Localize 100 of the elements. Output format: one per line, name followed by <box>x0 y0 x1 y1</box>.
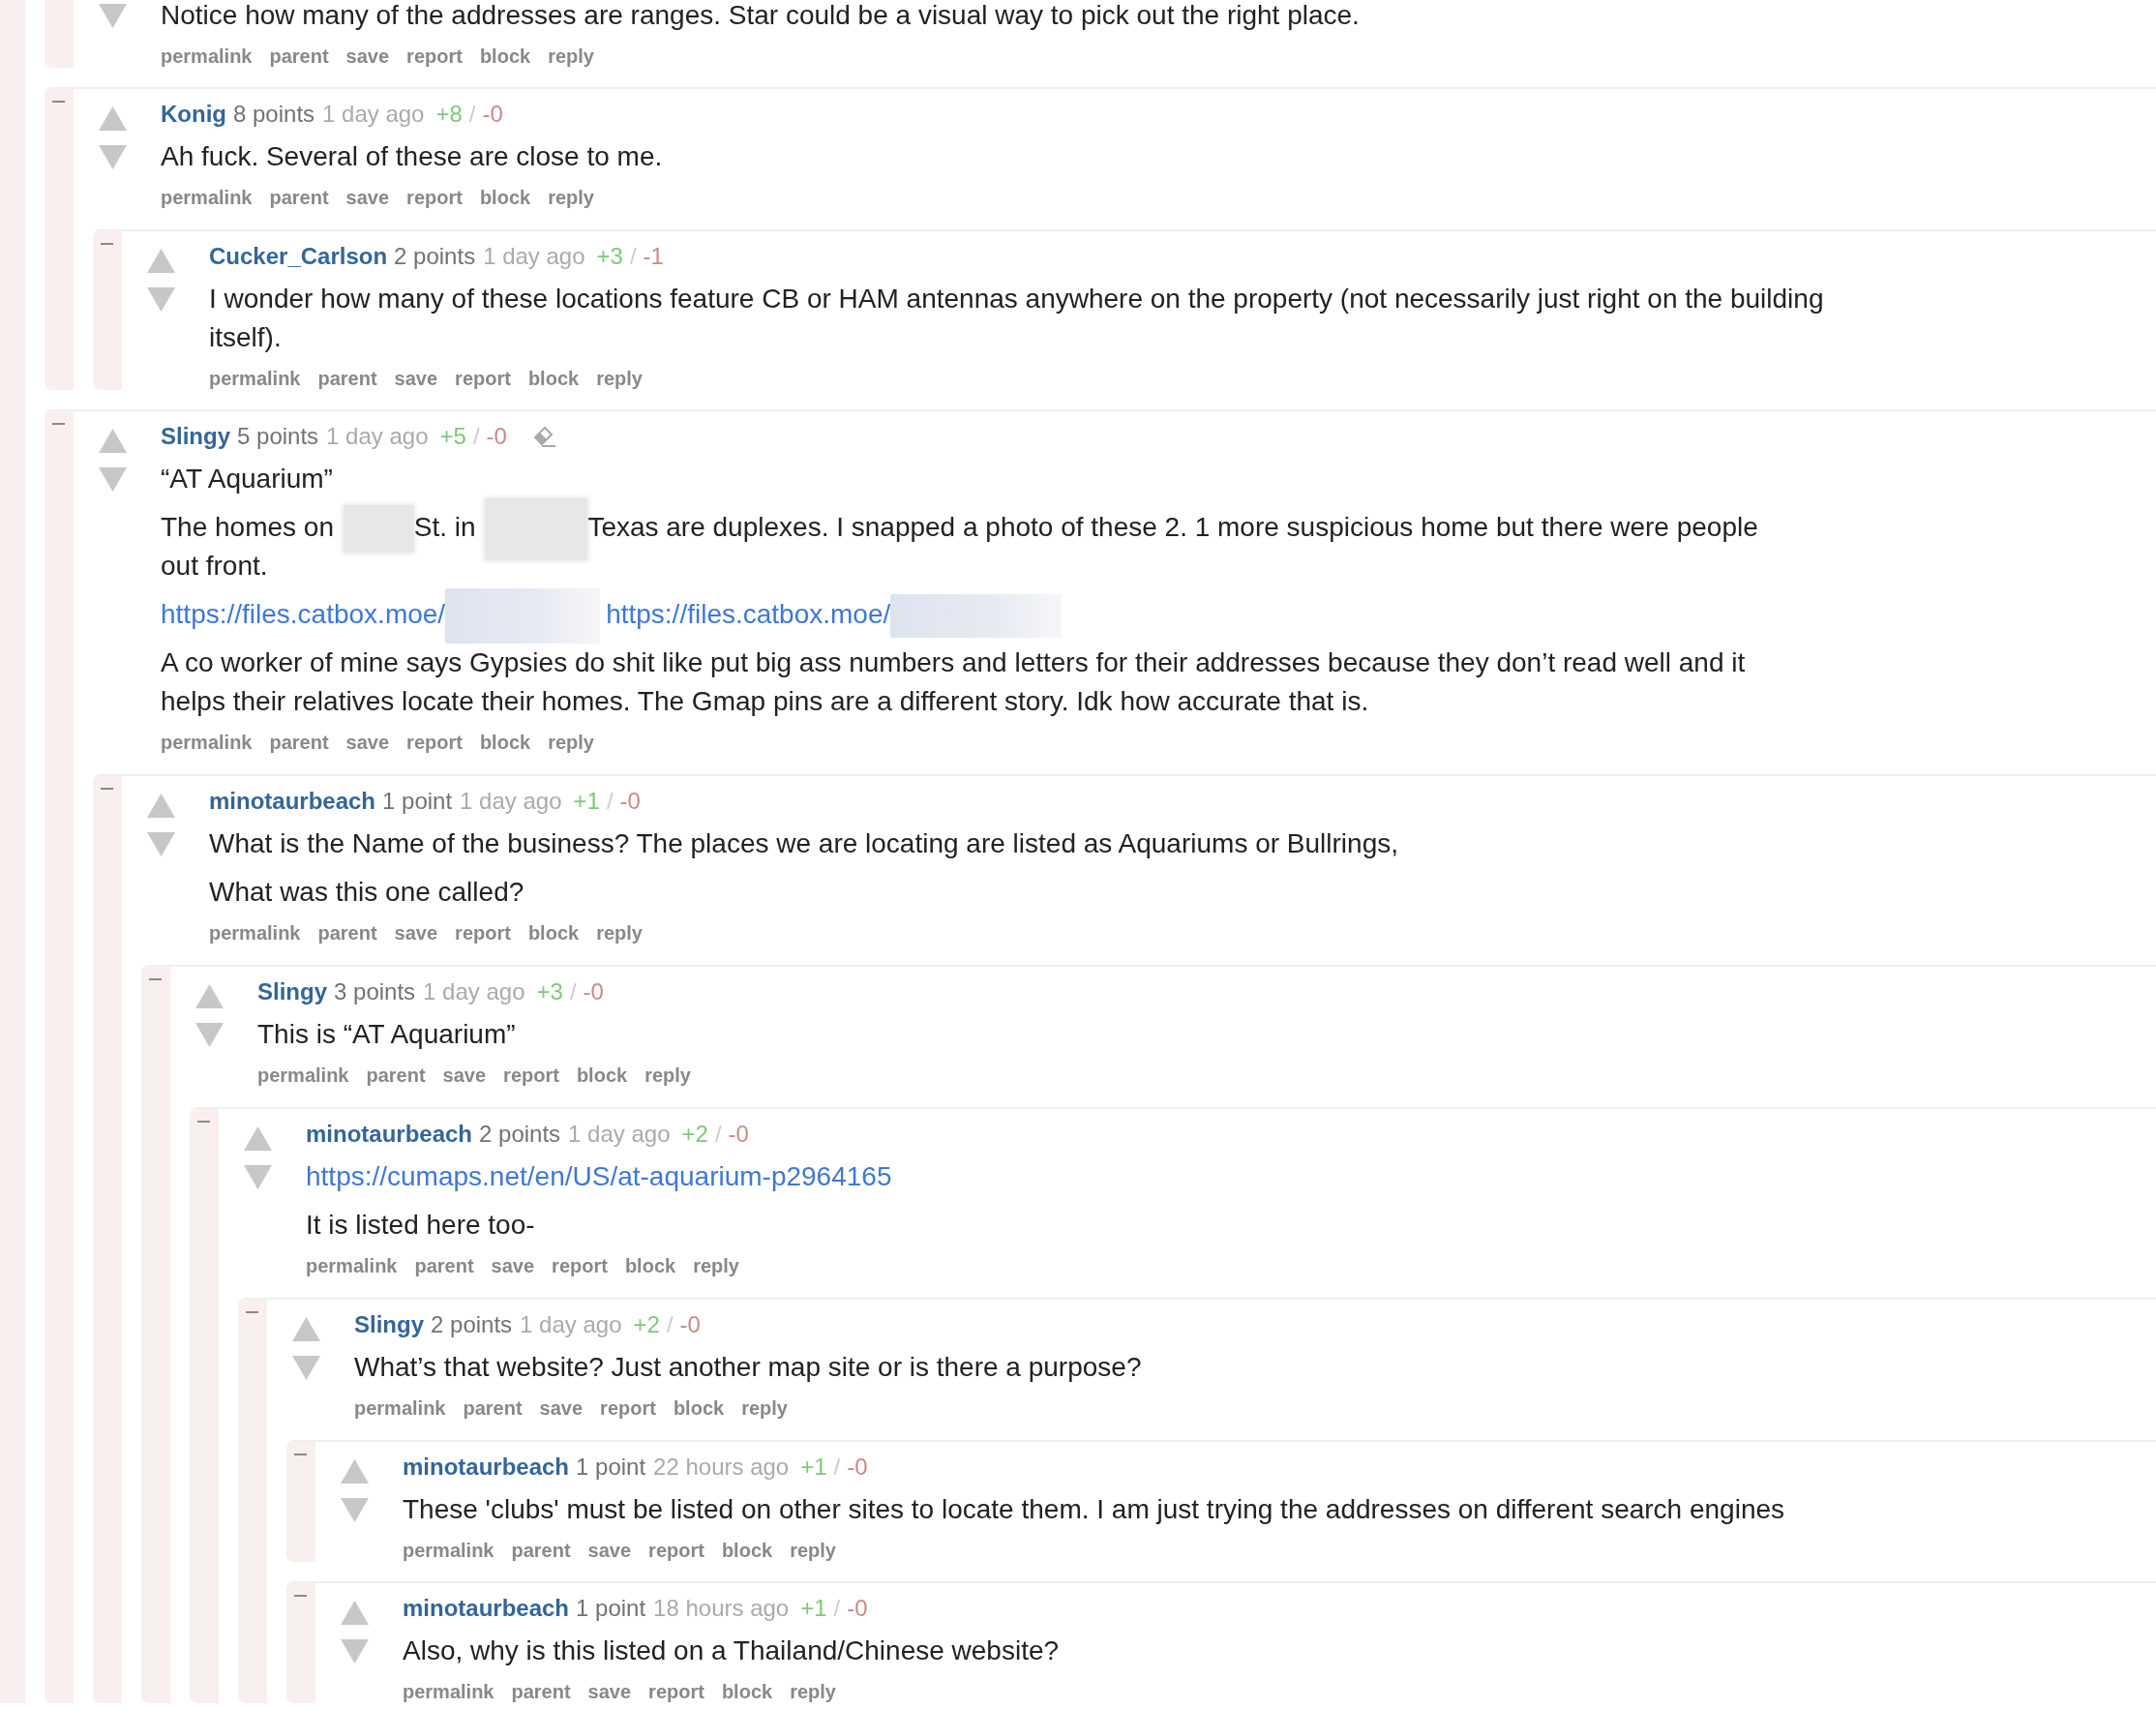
action-link[interactable]: report <box>600 1396 656 1420</box>
minus-icon[interactable] <box>52 423 66 425</box>
minus-icon[interactable] <box>246 1311 259 1313</box>
username-link[interactable]: Slingy <box>161 419 230 454</box>
up-triangle-icon[interactable] <box>147 248 175 273</box>
action-link[interactable]: report <box>455 367 511 390</box>
action-link[interactable]: parent <box>366 1064 426 1087</box>
up-triangle-icon[interactable] <box>99 105 127 131</box>
action-link[interactable]: permalink <box>306 1254 398 1277</box>
link[interactable]: https://cumaps.net/en/US/at-aquarium-p2964165 <box>306 1161 892 1191</box>
action-link[interactable]: parent <box>511 1539 571 1562</box>
minus-icon[interactable] <box>101 788 114 790</box>
minus-icon[interactable] <box>294 1454 308 1455</box>
action-link[interactable]: reply <box>548 186 594 209</box>
action-link[interactable]: reply <box>644 1064 691 1087</box>
down-triangle-icon[interactable] <box>195 1022 224 1047</box>
username-link[interactable]: minotaurbeach <box>403 1450 570 1484</box>
action-link[interactable]: block <box>721 1539 773 1562</box>
action-link[interactable]: parent <box>317 921 377 944</box>
username-link[interactable]: Konig <box>161 97 226 132</box>
action-link[interactable]: permalink <box>403 1539 494 1562</box>
minus-icon[interactable] <box>197 1121 211 1123</box>
action-link[interactable]: save <box>345 186 390 209</box>
down-triangle-icon[interactable] <box>292 1355 320 1380</box>
minus-icon[interactable] <box>52 101 66 103</box>
down-triangle-icon[interactable] <box>147 286 175 312</box>
action-link[interactable]: report <box>406 731 463 754</box>
down-triangle-icon[interactable] <box>99 144 127 169</box>
action-link[interactable]: parent <box>269 45 329 68</box>
action-link[interactable]: report <box>455 921 511 944</box>
action-link[interactable]: parent <box>511 1680 571 1703</box>
action-link[interactable]: report <box>406 45 463 68</box>
action-link[interactable]: report <box>406 186 463 209</box>
down-triangle-icon[interactable] <box>99 3 127 28</box>
action-link[interactable]: block <box>721 1680 773 1703</box>
up-triangle-icon[interactable] <box>292 1316 320 1341</box>
action-link[interactable]: permalink <box>161 731 253 754</box>
minus-icon[interactable] <box>149 978 163 980</box>
username-link[interactable]: Cucker_Carlson <box>209 239 388 274</box>
action-link[interactable]: block <box>576 1064 628 1087</box>
action-link[interactable]: permalink <box>209 921 301 944</box>
action-link[interactable]: reply <box>790 1539 836 1562</box>
up-triangle-icon[interactable] <box>195 983 224 1008</box>
action-link[interactable]: permalink <box>403 1680 494 1703</box>
up-triangle-icon[interactable] <box>244 1125 272 1151</box>
action-link[interactable]: reply <box>790 1680 836 1703</box>
action-link[interactable]: block <box>673 1396 725 1420</box>
action-link[interactable]: report <box>648 1680 704 1703</box>
down-triangle-icon[interactable] <box>99 466 127 492</box>
action-link[interactable]: save <box>587 1539 632 1562</box>
username-link[interactable]: Slingy <box>257 974 327 1009</box>
action-link[interactable]: permalink <box>354 1396 446 1420</box>
action-link[interactable]: reply <box>596 921 643 944</box>
action-link[interactable]: reply <box>596 367 643 390</box>
action-link[interactable]: parent <box>317 367 377 390</box>
action-link[interactable]: block <box>527 367 580 390</box>
action-link[interactable]: permalink <box>161 186 253 209</box>
link[interactable]: https://files.catbox.moe/ <box>161 599 446 629</box>
action-link[interactable]: parent <box>269 186 329 209</box>
action-link[interactable]: block <box>479 731 531 754</box>
action-link[interactable]: save <box>394 367 438 390</box>
username-link[interactable]: Slingy <box>354 1307 424 1342</box>
action-link[interactable]: reply <box>693 1254 739 1277</box>
action-link[interactable]: report <box>648 1539 704 1562</box>
up-triangle-icon[interactable] <box>341 1600 369 1625</box>
username-link[interactable]: minotaurbeach <box>403 1591 570 1626</box>
action-link[interactable]: reply <box>548 731 594 754</box>
action-link[interactable]: save <box>491 1254 535 1277</box>
up-triangle-icon[interactable] <box>147 793 175 818</box>
minus-icon[interactable] <box>101 243 114 245</box>
action-link[interactable]: parent <box>414 1254 474 1277</box>
action-link[interactable]: save <box>394 921 438 944</box>
down-triangle-icon[interactable] <box>341 1638 369 1664</box>
link[interactable]: https://files.catbox.moe/ <box>606 599 891 629</box>
action-link[interactable]: block <box>479 45 531 68</box>
action-link[interactable]: block <box>527 921 580 944</box>
action-link[interactable]: reply <box>548 45 594 68</box>
down-triangle-icon[interactable] <box>341 1497 369 1522</box>
action-link[interactable]: save <box>587 1680 632 1703</box>
username-link[interactable]: minotaurbeach <box>209 784 376 819</box>
action-link[interactable]: report <box>552 1254 608 1277</box>
action-link[interactable]: report <box>503 1064 559 1087</box>
down-triangle-icon[interactable] <box>147 831 175 856</box>
action-link[interactable]: block <box>624 1254 676 1277</box>
down-triangle-icon[interactable] <box>244 1164 272 1189</box>
action-link[interactable]: save <box>539 1396 584 1420</box>
username-link[interactable]: minotaurbeach <box>306 1117 473 1152</box>
action-link[interactable]: parent <box>269 731 329 754</box>
action-link[interactable]: permalink <box>161 45 253 68</box>
action-link[interactable]: permalink <box>257 1064 349 1087</box>
action-link[interactable]: save <box>345 45 390 68</box>
action-link[interactable]: block <box>479 186 531 209</box>
action-link[interactable]: reply <box>741 1396 788 1420</box>
minus-icon[interactable] <box>294 1595 308 1597</box>
action-link[interactable]: save <box>442 1064 487 1087</box>
action-link[interactable]: parent <box>463 1396 523 1420</box>
up-triangle-icon[interactable] <box>341 1458 369 1484</box>
action-link[interactable]: permalink <box>209 367 301 390</box>
action-link[interactable]: save <box>345 731 390 754</box>
up-triangle-icon[interactable] <box>99 428 127 453</box>
